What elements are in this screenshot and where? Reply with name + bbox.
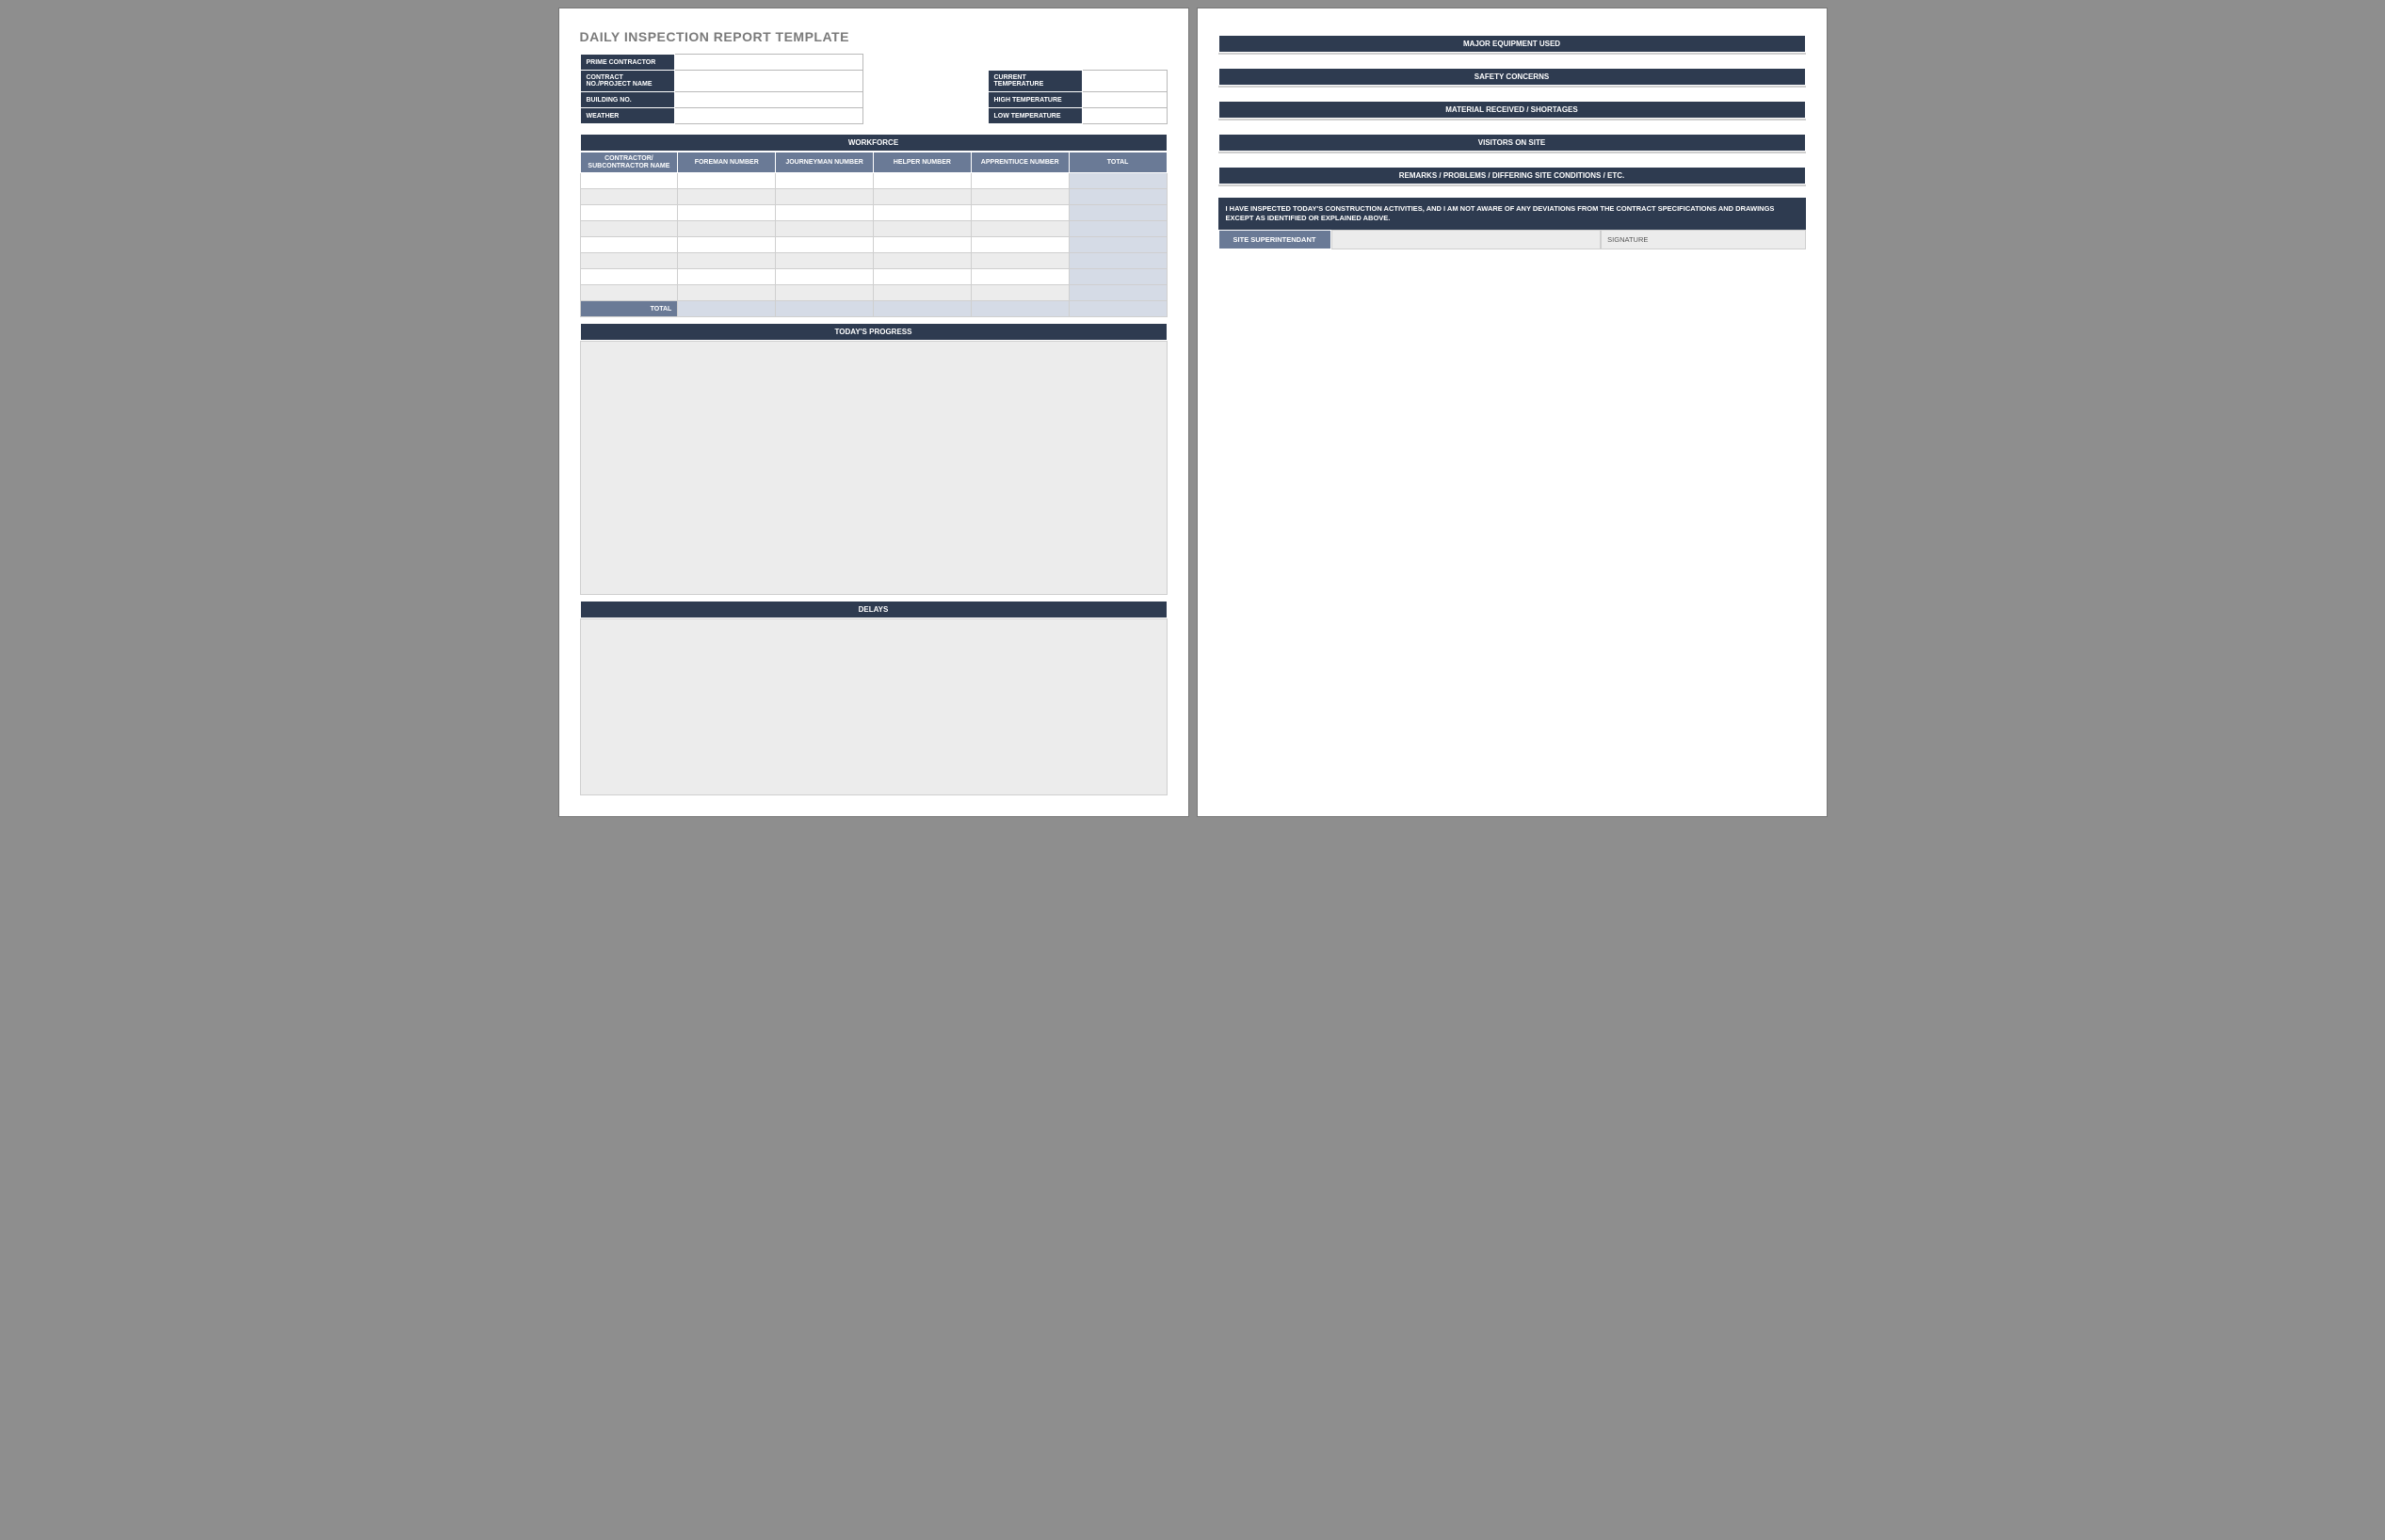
col-contractor: CONTRACTOR/ SUBCONTRACTOR NAME: [580, 152, 678, 173]
contract-no-label: CONTRACT NO./PROJECT NAME: [580, 71, 674, 92]
todays-progress-section: TODAY'S PROGRESS: [580, 323, 1168, 595]
table-row: [580, 173, 1167, 189]
meta-row: PRIME CONTRACTOR CONTRACT NO./PROJECT NA…: [580, 54, 1168, 124]
low-temp-label: LOW TEMPERATURE: [988, 108, 1082, 124]
visitors-section: VISITORS ON SITE: [1218, 134, 1806, 153]
page-2: MAJOR EQUIPMENT USED SAFETY CONCERNS MAT…: [1197, 8, 1828, 817]
table-row: [580, 253, 1167, 269]
major-equipment-field[interactable]: [1218, 53, 1806, 55]
low-temp-field[interactable]: [1082, 108, 1167, 124]
weather-label: WEATHER: [580, 108, 674, 124]
delays-field[interactable]: [580, 618, 1168, 795]
material-field[interactable]: [1218, 119, 1806, 120]
table-row: [580, 221, 1167, 237]
table-row: [580, 285, 1167, 301]
visitors-header: VISITORS ON SITE: [1218, 134, 1806, 152]
delays-section: DELAYS: [580, 601, 1168, 795]
safety-concerns-field[interactable]: [1218, 86, 1806, 88]
meta-right-table: CURRENT TEMPERATURE HIGH TEMPERATURE LOW…: [988, 70, 1168, 124]
signature-label: SIGNATURE: [1601, 230, 1805, 249]
weather-field[interactable]: [674, 108, 862, 124]
remarks-section: REMARKS / PROBLEMS / DIFFERING SITE COND…: [1218, 167, 1806, 186]
current-temp-field[interactable]: [1082, 71, 1167, 92]
material-header: MATERIAL RECEIVED / SHORTAGES: [1218, 101, 1806, 119]
remarks-field[interactable]: [1218, 184, 1806, 186]
report-title: DAILY INSPECTION REPORT TEMPLATE: [580, 29, 1168, 44]
certification-statement: I HAVE INSPECTED TODAY'S CONSTRUCTION AC…: [1218, 198, 1806, 230]
total-label: TOTAL: [580, 301, 678, 317]
col-total: TOTAL: [1069, 152, 1167, 173]
todays-progress-field[interactable]: [580, 341, 1168, 595]
col-journeyman: JOURNEYMAN NUMBER: [776, 152, 874, 173]
safety-concerns-section: SAFETY CONCERNS: [1218, 68, 1806, 88]
building-no-field[interactable]: [674, 92, 862, 108]
col-foreman: FOREMAN NUMBER: [678, 152, 776, 173]
safety-concerns-header: SAFETY CONCERNS: [1218, 68, 1806, 86]
site-superintendant-label: SITE SUPERINTENDANT: [1218, 230, 1331, 249]
major-equipment-header: MAJOR EQUIPMENT USED: [1218, 35, 1806, 53]
col-apprentice: APPRENTIUCE NUMBER: [971, 152, 1069, 173]
high-temp-field[interactable]: [1082, 92, 1167, 108]
workforce-table: CONTRACTOR/ SUBCONTRACTOR NAME FOREMAN N…: [580, 152, 1168, 317]
col-helper: HELPER NUMBER: [873, 152, 971, 173]
major-equipment-section: MAJOR EQUIPMENT USED: [1218, 35, 1806, 55]
building-no-label: BUILDING NO.: [580, 92, 674, 108]
todays-progress-header: TODAY'S PROGRESS: [580, 323, 1168, 341]
delays-header: DELAYS: [580, 601, 1168, 618]
table-row: [580, 205, 1167, 221]
prime-contractor-label: PRIME CONTRACTOR: [580, 55, 674, 71]
table-row: [580, 189, 1167, 205]
total-row: TOTAL: [580, 301, 1167, 317]
visitors-field[interactable]: [1218, 152, 1806, 153]
page-1: DAILY INSPECTION REPORT TEMPLATE PRIME C…: [558, 8, 1189, 817]
site-superintendant-field[interactable]: [1331, 230, 1602, 249]
workforce-header: WORKFORCE: [580, 134, 1168, 152]
prime-contractor-field[interactable]: [674, 55, 862, 71]
table-row: [580, 237, 1167, 253]
material-section: MATERIAL RECEIVED / SHORTAGES: [1218, 101, 1806, 120]
current-temp-label: CURRENT TEMPERATURE: [988, 71, 1082, 92]
meta-left-table: PRIME CONTRACTOR CONTRACT NO./PROJECT NA…: [580, 54, 863, 124]
remarks-header: REMARKS / PROBLEMS / DIFFERING SITE COND…: [1218, 167, 1806, 184]
high-temp-label: HIGH TEMPERATURE: [988, 92, 1082, 108]
contract-no-field[interactable]: [674, 71, 862, 92]
table-row: [580, 269, 1167, 285]
signature-row: SITE SUPERINTENDANT SIGNATURE: [1218, 230, 1806, 249]
